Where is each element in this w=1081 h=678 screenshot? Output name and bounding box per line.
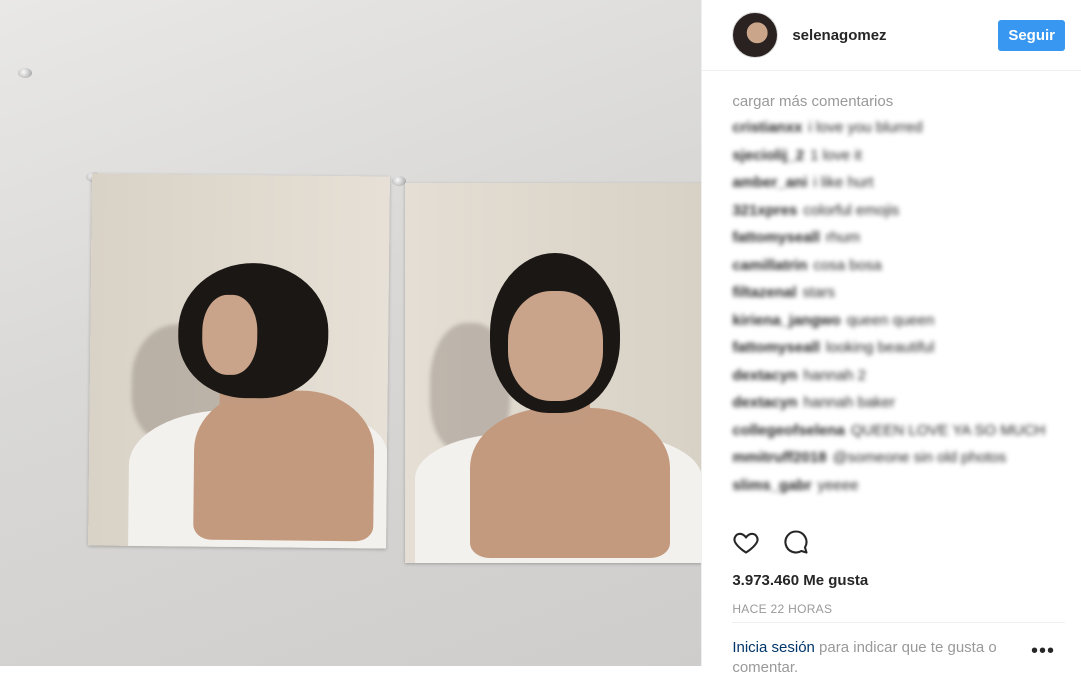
comment-row: dextacyn hannah 2 [732,367,1051,395]
pushpin-icon [392,176,406,186]
comment-row: kiriena_jangwo queen queen [732,312,1051,340]
comment-row: cristianxx i love you blurred [732,119,1051,147]
comment-username[interactable]: dextacyn [732,367,797,384]
comment-username[interactable]: dextacyn [732,394,797,411]
comment-username[interactable]: kiriena_jangwo [732,312,840,329]
comment-text: colorful emojis [803,201,900,219]
comment-text: hannah 2 [803,366,866,384]
comment-username[interactable]: collegeofselena [732,422,845,439]
action-bar [732,528,810,556]
comment-row: mmitruff2018 @someone sin old photos [732,449,1051,477]
comment-text: @someone sin old photos [832,449,1007,466]
comment-username[interactable]: sjeciolij_2 [732,147,804,164]
comment-row: camillatrin cosa bosa [732,257,1051,285]
comment-username[interactable]: amber_ani [732,174,807,191]
avatar[interactable] [732,12,779,58]
comment-row: sjeciolij_2 1 love it [732,147,1051,175]
login-link[interactable]: Inicia sesión [732,639,815,656]
comment-text: yeeee [817,476,859,494]
comment-username[interactable]: fattomyseall [732,229,820,246]
comment-text: looking beautiful [825,339,935,356]
post-sidebar: selenagomez Seguir cargar más comentario… [701,0,1081,676]
post-timestamp: HACE 22 HORAS [732,602,833,616]
comment-text: i like hurt [813,174,874,191]
login-prompt: Inicia sesión para indicar que te gusta … [732,638,1065,678]
comment-text: i love you blurred [808,119,923,136]
comment-row: fattomyseall looking beautiful [732,339,1051,367]
comments-list: cargar más comentarios cristianxx i love … [702,71,1081,541]
comment-text: stars [802,284,836,301]
comment-text: 1 love it [810,146,862,164]
comment-row: dextacyn hannah baker [732,394,1051,422]
load-more-comments-link[interactable]: cargar más comentarios [732,93,1051,110]
comment-username[interactable]: filtazenal [732,284,796,301]
comment-username[interactable]: cristianxx [732,119,802,136]
comment-row: slims_gabr yeeee [732,477,1051,505]
instagram-post: selenagomez Seguir cargar más comentario… [0,0,1081,676]
username-link[interactable]: selenagomez [792,27,998,44]
post-photo[interactable] [0,0,702,666]
comment-text: QUEEN LOVE YA SO MUCH [850,421,1046,439]
comment-username[interactable]: mmitruff2018 [732,449,826,466]
photo-print-right [405,183,702,563]
comment-username[interactable]: fattomyseall [732,339,820,356]
comment-items: cristianxx i love you blurred sjeciolij_2 1… [732,119,1051,504]
divider [732,622,1065,623]
comment-text: rhum [825,229,861,246]
comment-username[interactable]: camillatrin [732,257,807,274]
like-count[interactable]: 3.973.460 Me gusta [732,572,868,589]
comment-text: cosa bosa [813,256,882,274]
comment-row: 321xpres colorful emojis [732,202,1051,230]
post-header: selenagomez Seguir [702,0,1081,71]
comment-username[interactable]: slims_gabr [732,477,811,494]
heart-icon[interactable] [732,528,760,556]
comment-row: collegeofselena QUEEN LOVE YA SO MUCH [732,422,1051,450]
pushpin-icon [18,68,32,78]
follow-button[interactable]: Seguir [998,19,1065,51]
comment-username[interactable]: 321xpres [732,202,797,219]
more-options-icon[interactable]: ••• [1031,640,1055,663]
comment-text: hannah baker [803,394,896,411]
photo-print-left [88,173,390,549]
comment-bubble-icon[interactable] [782,528,810,556]
comment-row: amber_ani i like hurt [732,174,1051,202]
comment-row: filtazenal stars [732,284,1051,312]
comment-text: queen queen [846,311,935,329]
comment-row: fattomyseall rhum [732,229,1051,257]
